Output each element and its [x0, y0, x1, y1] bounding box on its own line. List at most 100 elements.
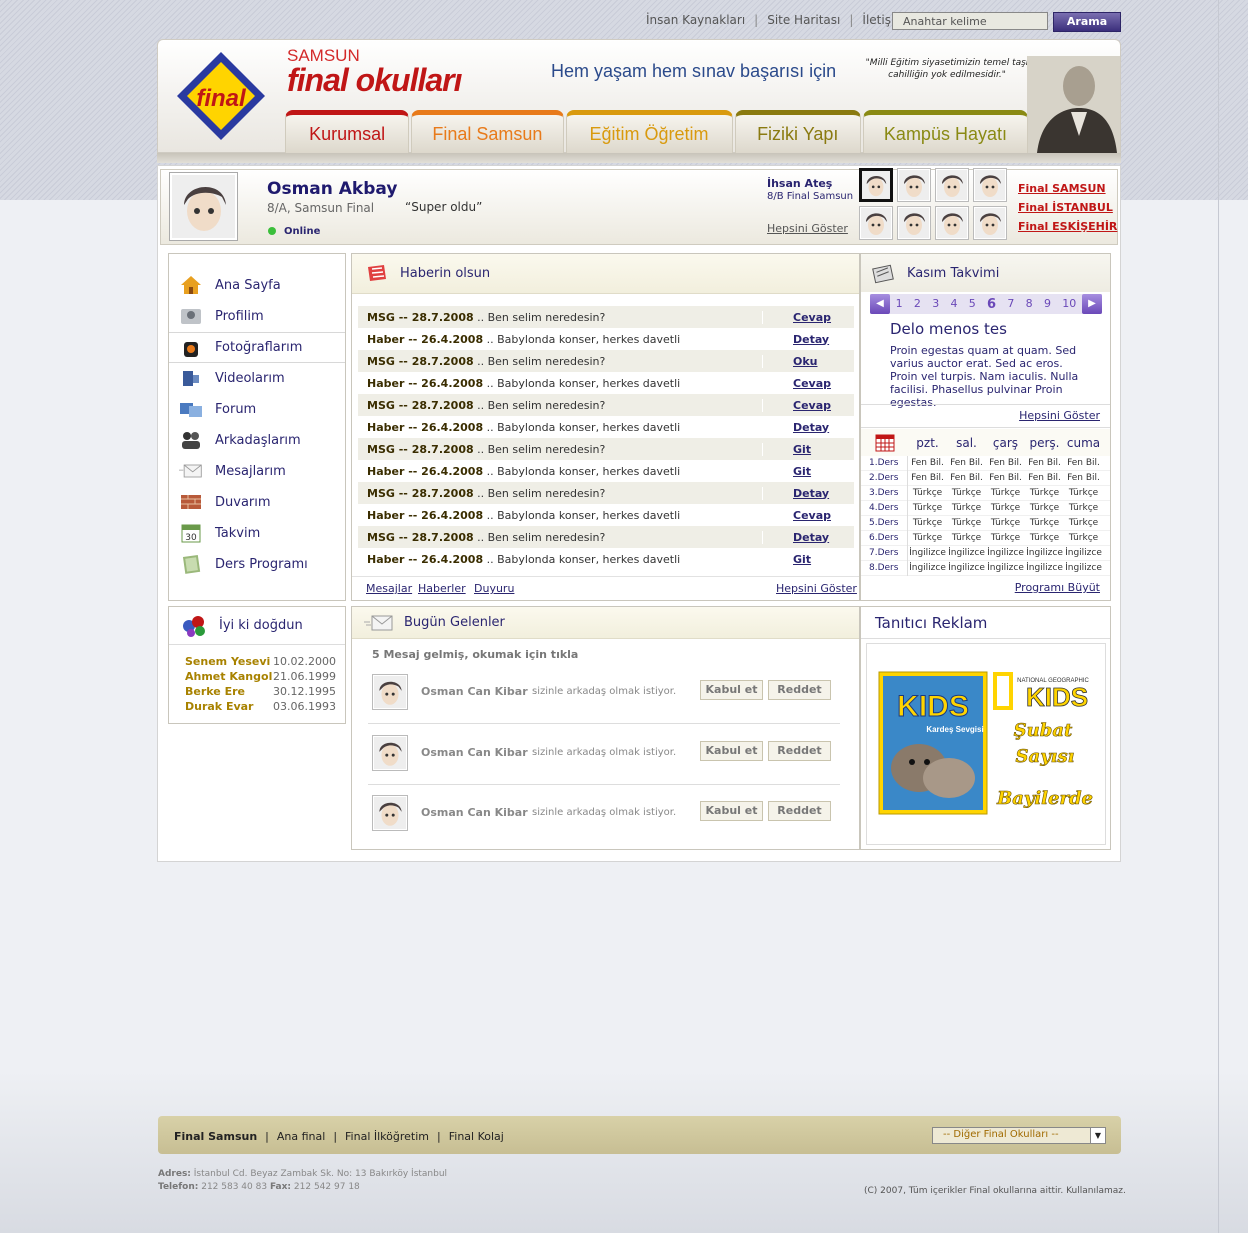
tab-kurumsal[interactable]: Kurumsal: [285, 110, 410, 154]
accept-button[interactable]: Kabul et: [700, 741, 763, 761]
school-link[interactable]: Final ESKİŞEHİR: [1018, 217, 1117, 236]
news-text[interactable]: Haber -- 26.4.2008 .. Babylonda konser, …: [358, 421, 762, 434]
nav-arkadaslarim[interactable]: Arkadaşlarım: [169, 425, 345, 456]
requester-avatar[interactable]: [372, 735, 408, 771]
other-schools-select[interactable]: -- Diğer Final Okulları -- ▼: [932, 1127, 1106, 1144]
friends-show-all-link[interactable]: Hepsini Göster: [767, 222, 848, 235]
footer-link[interactable]: Final Samsun: [174, 1130, 257, 1143]
accept-button[interactable]: Kabul et: [700, 801, 763, 821]
news-text[interactable]: MSG -- 28.7.2008 .. Ben selim neredesin?: [358, 487, 762, 500]
day-number[interactable]: 7: [1007, 297, 1014, 312]
school-link[interactable]: Final SAMSUN: [1018, 179, 1117, 198]
news-text[interactable]: MSG -- 28.7.2008 .. Ben selim neredesin?: [358, 443, 762, 456]
friend-thumbnail[interactable]: [897, 206, 931, 240]
chevron-down-icon[interactable]: ▼: [1090, 1128, 1105, 1143]
birthday-name[interactable]: Durak Evar: [185, 699, 273, 714]
news-text[interactable]: Haber -- 26.4.2008 .. Babylonda konser, …: [358, 509, 762, 522]
next-days-arrow-icon[interactable]: ▶: [1082, 294, 1102, 314]
reject-button[interactable]: Reddet: [768, 741, 831, 761]
news-text[interactable]: Haber -- 26.4.2008 .. Babylonda konser, …: [358, 465, 762, 478]
news-action-link[interactable]: Detay: [762, 530, 854, 544]
news-text[interactable]: Haber -- 26.4.2008 .. Babylonda konser, …: [358, 333, 762, 346]
news-action-link[interactable]: Detay: [762, 486, 854, 500]
ad-banner[interactable]: KIDS Kardeş Sevgisi NATIONAL GEOGRAPHIC …: [866, 643, 1106, 845]
day-number[interactable]: 5: [969, 297, 976, 312]
day-number[interactable]: 2: [914, 297, 921, 312]
footer-link[interactable]: Final Kolaj: [449, 1130, 504, 1143]
footer-link[interactable]: Final İlköğretim: [345, 1130, 429, 1143]
news-text[interactable]: Haber -- 26.4.2008 .. Babylonda konser, …: [358, 377, 762, 390]
news-action-link[interactable]: Detay: [762, 420, 854, 434]
news-tab-news[interactable]: Haberler: [418, 582, 466, 595]
friend-name[interactable]: İhsan Ateş: [767, 177, 832, 190]
news-action-link[interactable]: Cevap: [762, 398, 854, 412]
tab-fiziki-yapi[interactable]: Fiziki Yapı: [734, 110, 861, 154]
news-text[interactable]: MSG -- 28.7.2008 .. Ben selim neredesin?: [358, 399, 762, 412]
nav-mesajlarim[interactable]: Mesajlarım: [169, 456, 345, 487]
accept-button[interactable]: Kabul et: [700, 680, 763, 700]
nav-ana-sayfa[interactable]: Ana Sayfa: [169, 270, 345, 301]
tab-final-samsun[interactable]: Final Samsun: [411, 110, 564, 154]
news-action-link[interactable]: Cevap: [762, 310, 854, 324]
requester-name[interactable]: Osman Can Kibar: [421, 746, 528, 759]
day-number[interactable]: 6: [987, 297, 996, 312]
nav-fotograflarim[interactable]: Fotoğraflarım: [169, 332, 345, 363]
friend-thumbnail[interactable]: [935, 206, 969, 240]
user-avatar[interactable]: [169, 172, 238, 241]
news-tab-messages[interactable]: Mesajlar: [366, 582, 412, 595]
news-text[interactable]: MSG -- 28.7.2008 .. Ben selim neredesin?: [358, 531, 762, 544]
enlarge-schedule-link[interactable]: Programı Büyüt: [861, 581, 1110, 594]
news-action-link[interactable]: Git: [762, 552, 854, 566]
news-show-all-link[interactable]: Hepsini Göster: [776, 582, 857, 595]
friend-thumbnail[interactable]: [859, 168, 893, 202]
birthday-name[interactable]: Ahmet Kangol: [185, 669, 273, 684]
news-text[interactable]: MSG -- 28.7.2008 .. Ben selim neredesin?: [358, 311, 762, 324]
friend-thumbnail[interactable]: [973, 168, 1007, 202]
final-logo[interactable]: final: [175, 50, 267, 142]
news-text[interactable]: Haber -- 26.4.2008 .. Babylonda konser, …: [358, 553, 762, 566]
news-action-link[interactable]: Cevap: [762, 376, 854, 390]
day-number[interactable]: 9: [1044, 297, 1051, 312]
day-number[interactable]: 10: [1062, 297, 1076, 312]
news-action-link[interactable]: Detay: [762, 332, 854, 346]
friend-thumbnail[interactable]: [935, 168, 969, 202]
nav-profilim[interactable]: Profilim: [169, 301, 345, 332]
top-link-sitemap[interactable]: Site Haritası: [767, 13, 840, 27]
requester-avatar[interactable]: [372, 674, 408, 710]
requester-name[interactable]: Osman Can Kibar: [421, 806, 528, 819]
incoming-note[interactable]: 5 Mesaj gelmiş, okumak için tıkla: [372, 648, 578, 661]
nav-takvim[interactable]: 30 Takvim: [169, 518, 345, 549]
nav-forum[interactable]: Forum: [169, 394, 345, 425]
news-action-link[interactable]: Git: [762, 442, 854, 456]
tab-kampus-hayati[interactable]: Kampüs Hayatı: [862, 110, 1028, 154]
calendar-show-all-link[interactable]: Hepsini Göster: [861, 404, 1110, 428]
prev-days-arrow-icon[interactable]: ◀: [870, 294, 890, 314]
requester-name[interactable]: Osman Can Kibar: [421, 685, 528, 698]
friend-thumbnail[interactable]: [973, 206, 1007, 240]
footer-link[interactable]: Ana final: [277, 1130, 325, 1143]
search-button[interactable]: Arama: [1053, 12, 1121, 32]
search-input[interactable]: Anahtar kelime: [892, 12, 1048, 30]
day-number[interactable]: 3: [932, 297, 939, 312]
nav-ders-programi[interactable]: Ders Programı: [169, 549, 345, 580]
friend-thumbnail[interactable]: [897, 168, 931, 202]
top-link-hr[interactable]: İnsan Kaynakları: [646, 13, 745, 27]
school-link[interactable]: Final İSTANBUL: [1018, 198, 1117, 217]
reject-button[interactable]: Reddet: [768, 680, 831, 700]
day-number[interactable]: 8: [1026, 297, 1033, 312]
reject-button[interactable]: Reddet: [768, 801, 831, 821]
requester-avatar[interactable]: [372, 795, 408, 831]
friend-thumbnail[interactable]: [859, 206, 893, 240]
nav-videolarim[interactable]: Videolarım: [169, 363, 345, 394]
news-tab-announcements[interactable]: Duyuru: [474, 582, 514, 595]
day-number[interactable]: 1: [896, 297, 903, 312]
news-text[interactable]: MSG -- 28.7.2008 .. Ben selim neredesin?: [358, 355, 762, 368]
news-action-link[interactable]: Cevap: [762, 508, 854, 522]
tab-egitim-ogretim[interactable]: Eğitim Öğretim: [565, 110, 733, 154]
birthday-name[interactable]: Berke Ere: [185, 684, 273, 699]
news-action-link[interactable]: Oku: [762, 354, 854, 368]
birthday-name[interactable]: Senem Yesevi: [185, 654, 273, 669]
news-action-link[interactable]: Git: [762, 464, 854, 478]
day-number[interactable]: 4: [950, 297, 957, 312]
nav-duvarim[interactable]: Duvarım: [169, 487, 345, 518]
